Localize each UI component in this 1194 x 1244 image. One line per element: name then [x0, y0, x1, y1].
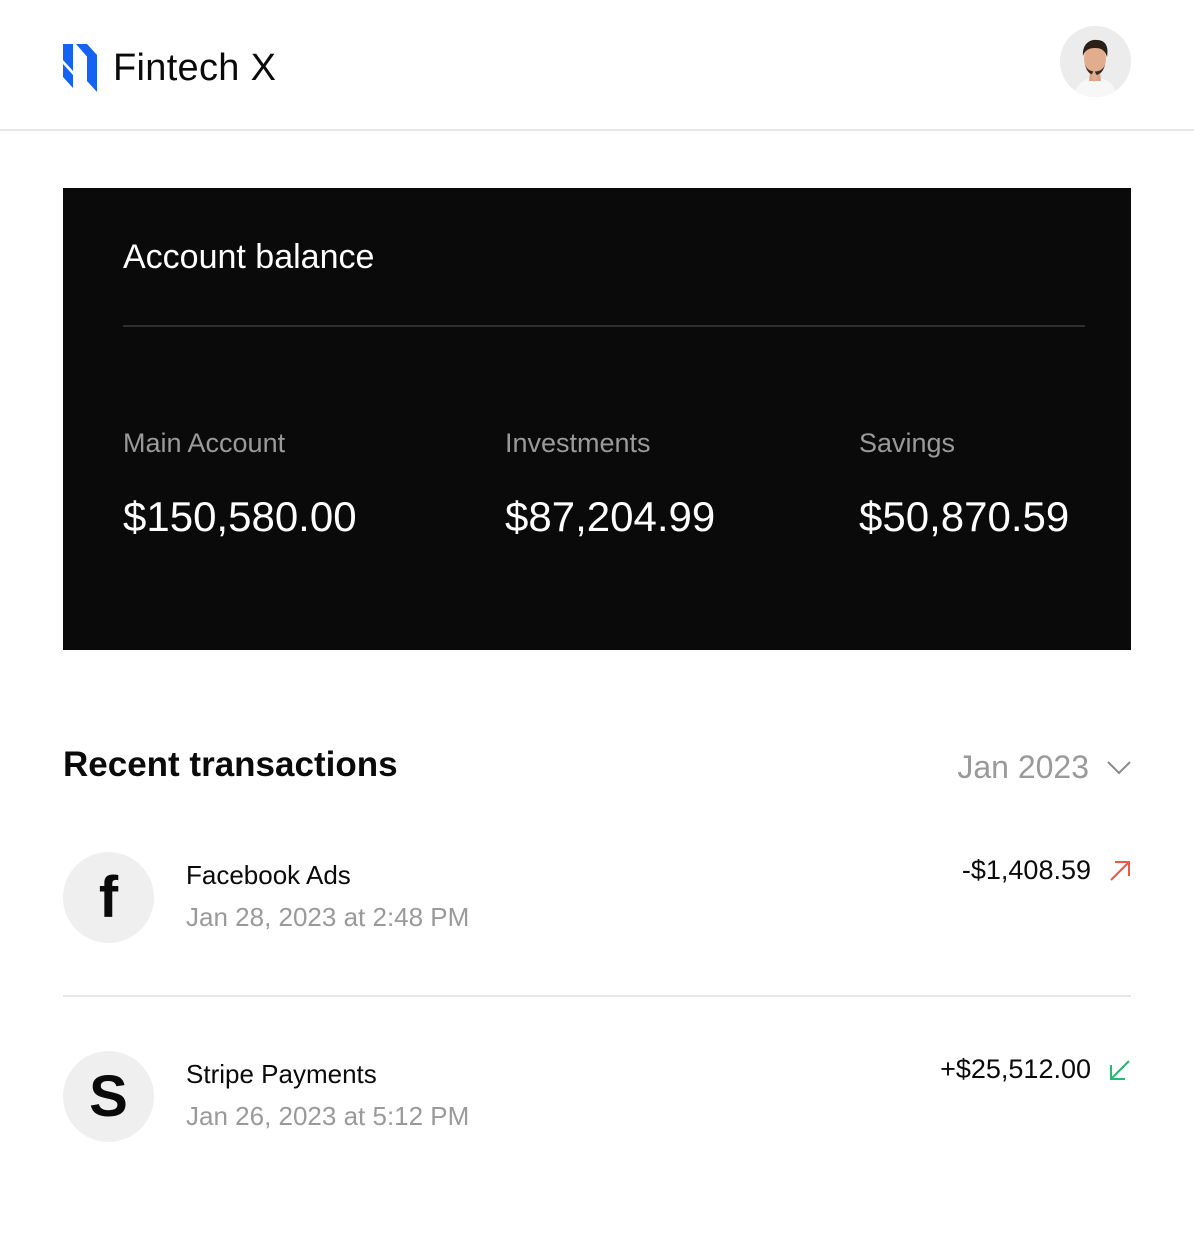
fintech-x-logo-icon	[63, 44, 97, 92]
account-label: Savings	[859, 428, 956, 458]
chevron-down-icon	[1107, 760, 1131, 774]
facebook-glyph: f	[98, 865, 119, 930]
avatar-portrait-icon	[1060, 26, 1131, 97]
transaction-amount: +$25,512.00	[940, 1054, 1091, 1084]
arrow-down-left-icon	[1110, 1060, 1130, 1080]
period-dropdown[interactable]: Jan 2023	[957, 749, 1131, 786]
transaction-row[interactable]: S Stripe Payments Jan 26, 2023 at 5:12 P…	[63, 1051, 1131, 1151]
transaction-name: Stripe Payments	[186, 1059, 377, 1089]
transaction-date: Jan 28, 2023 at 2:48 PM	[186, 902, 470, 932]
facebook-icon: f	[63, 852, 154, 943]
divider	[123, 325, 1085, 327]
account-balance-card: Account balance Main Account $150,580.00…	[63, 188, 1131, 650]
arrow-up-right-icon	[1110, 861, 1130, 881]
brand[interactable]: Fintech X	[63, 44, 276, 92]
recent-transactions-title: Recent transactions	[63, 745, 398, 784]
app-header: Fintech X	[0, 0, 1194, 131]
account-value: $150,580.00	[123, 493, 357, 540]
account-label: Investments	[505, 428, 651, 458]
account-value: $87,204.99	[505, 493, 716, 540]
balance-title: Account balance	[123, 238, 375, 276]
stripe-icon: S	[63, 1051, 154, 1142]
account-value: $50,870.59	[859, 493, 1070, 540]
period-label: Jan 2023	[957, 749, 1089, 785]
stripe-glyph: S	[89, 1064, 128, 1129]
main-account-summary[interactable]: Main Account $150,580.00	[123, 428, 357, 541]
investments-summary[interactable]: Investments $87,204.99	[505, 428, 715, 541]
app-name: Fintech X	[113, 46, 277, 89]
account-label: Main Account	[123, 428, 286, 458]
transaction-row[interactable]: f Facebook Ads Jan 28, 2023 at 2:48 PM -…	[63, 852, 1131, 952]
divider	[63, 995, 1131, 997]
transaction-name: Facebook Ads	[186, 860, 351, 890]
user-avatar[interactable]	[1060, 26, 1131, 97]
transaction-amount: -$1,408.59	[961, 855, 1091, 885]
savings-summary[interactable]: Savings $50,870.59	[859, 428, 1069, 541]
transaction-date: Jan 26, 2023 at 5:12 PM	[186, 1101, 470, 1131]
